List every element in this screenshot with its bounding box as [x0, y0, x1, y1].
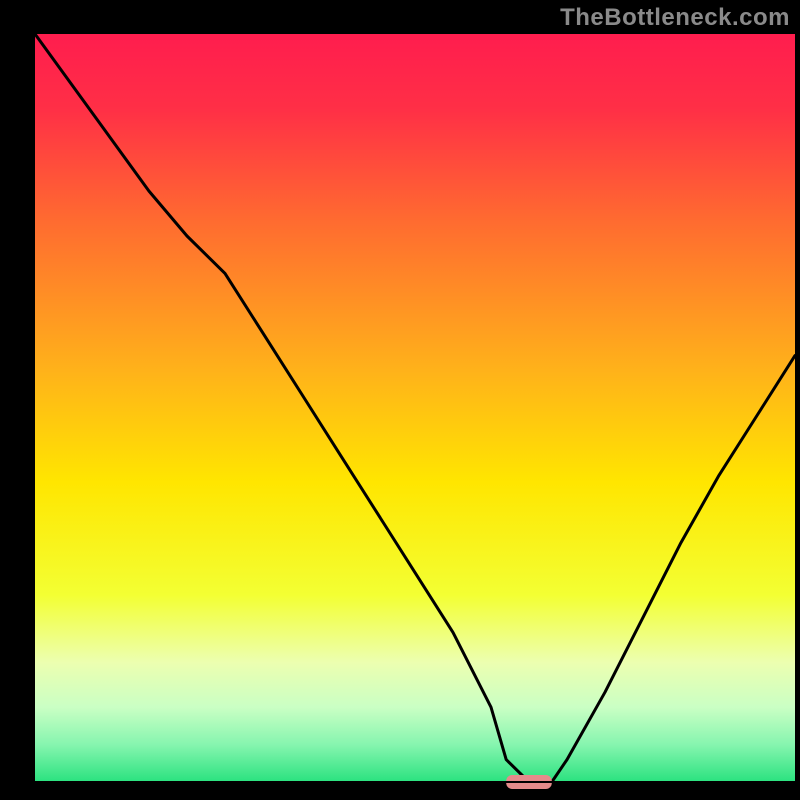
- watermark-text: TheBottleneck.com: [560, 4, 790, 32]
- gradient-background: [35, 34, 795, 782]
- bottleneck-chart: [0, 0, 800, 800]
- chart-frame: TheBottleneck.com: [0, 0, 800, 800]
